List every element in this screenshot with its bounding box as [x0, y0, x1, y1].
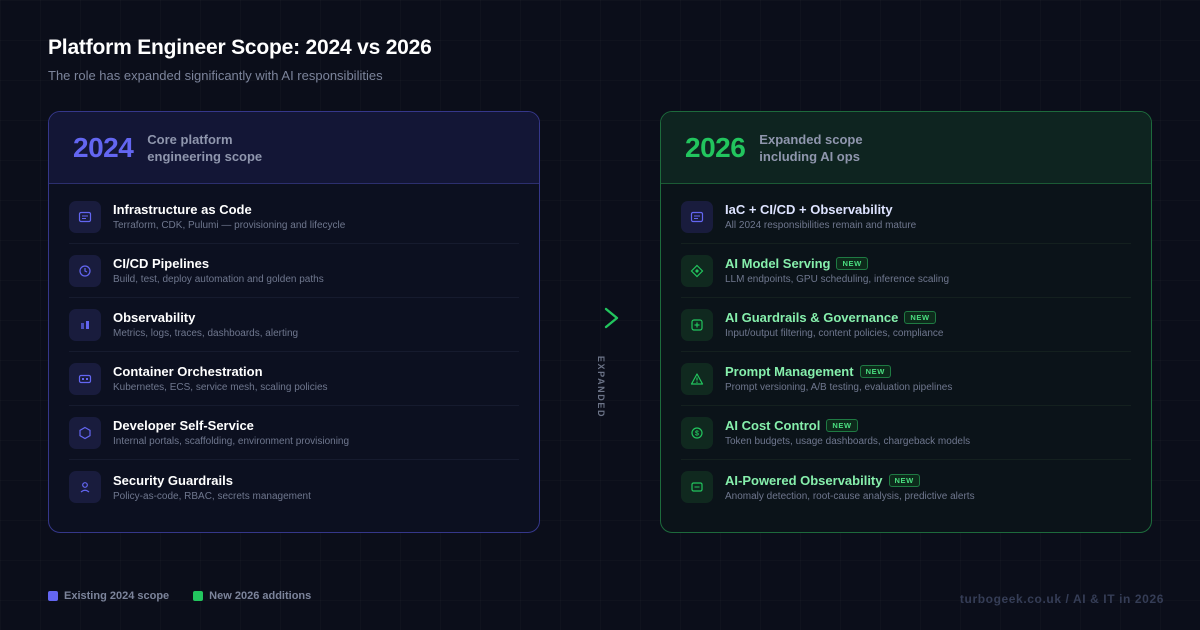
panel-description: Expanded scope including AI ops [759, 131, 863, 164]
container-icon [69, 362, 101, 395]
new-badge: NEW [904, 311, 936, 324]
legend-label: Existing 2024 scope [64, 590, 170, 602]
scope-item-description: Anomaly detection, root-cause analysis, … [725, 490, 975, 502]
footer-credit: turbogeek.co.uk / AI & IT in 2026 [959, 592, 1164, 606]
scope-item-title: AI Guardrails & Governance [725, 310, 899, 325]
legend-item-new: New 2026 additions [193, 590, 311, 602]
bar-chart-icon [69, 308, 101, 341]
diamond-icon [681, 254, 713, 287]
page-title: Platform Engineer Scope: 2024 vs 2026 [48, 36, 432, 59]
code-window-icon [69, 200, 101, 233]
scope-item: AI Model Serving NEW LLM endpoints, GPU … [681, 244, 1131, 298]
scope-item-description: Internal portals, scaffolding, environme… [113, 436, 350, 447]
scope-item: IaC + CI/CD + Observability All 2024 res… [681, 190, 1131, 244]
scope-item-title: AI Cost Control [725, 418, 821, 433]
scope-item-title: Security Guardrails [113, 472, 233, 488]
legend-swatch-indigo [48, 591, 58, 601]
scope-item-title: Observability [113, 310, 196, 325]
shield-plus-icon [681, 308, 713, 341]
scope-list-2024: Infrastructure as Code Terraform, CDK, P… [49, 184, 539, 514]
svg-text:$: $ [695, 430, 699, 437]
expanded-label: EXPANDED [596, 355, 606, 419]
new-badge: NEW [826, 419, 858, 432]
scope-item-description: Prompt versioning, A/B testing, evaluati… [725, 382, 953, 393]
scope-item: $ AI Cost Control NEW Token budgets, usa… [681, 406, 1131, 460]
scope-item-title: Prompt Management [725, 364, 854, 379]
panel-2026: 2026 Expanded scope including AI ops IaC… [660, 111, 1152, 533]
scope-item-description: Kubernetes, ECS, service mesh, scaling p… [113, 382, 328, 393]
warning-triangle-icon [681, 362, 713, 395]
panel-2024-header: 2024 Core platform engineering scope [49, 112, 539, 184]
scope-item-description: All 2024 responsibilities remain and mat… [725, 220, 917, 231]
code-window-icon [681, 200, 713, 233]
panel-description: Core platform engineering scope [147, 131, 263, 164]
scope-item: Container Orchestration Kubernetes, ECS,… [69, 352, 519, 406]
scope-item-description: LLM endpoints, GPU scheduling, inference… [725, 274, 950, 285]
legend: Existing 2024 scope New 2026 additions [48, 590, 335, 602]
scope-item-title: AI Model Serving [725, 256, 831, 271]
scope-item-title: CI/CD Pipelines [113, 256, 210, 271]
scope-item-title: Developer Self-Service [113, 418, 254, 433]
scope-item-title: AI-Powered Observability [725, 472, 883, 488]
scope-item-title: IaC + CI/CD + Observability [725, 202, 893, 217]
page-subtitle: The role has expanded significantly with… [48, 68, 383, 83]
hexagon-icon [69, 416, 101, 449]
scope-item: CI/CD Pipelines Build, test, deploy auto… [69, 244, 519, 298]
scope-item: AI Guardrails & Governance NEW Input/out… [681, 298, 1131, 352]
legend-label: New 2026 additions [209, 590, 312, 602]
new-badge: NEW [836, 257, 868, 270]
scope-item: Observability Metrics, logs, traces, das… [69, 298, 519, 352]
user-lock-icon [69, 471, 101, 503]
new-badge: NEW [888, 473, 920, 487]
scope-item: Security Guardrails Policy-as-code, RBAC… [69, 460, 519, 514]
scope-item: Infrastructure as Code Terraform, CDK, P… [69, 190, 519, 244]
legend-swatch-green [193, 591, 204, 601]
scope-item-title: Container Orchestration [113, 364, 263, 379]
scope-item-description: Terraform, CDK, Pulumi — provisioning an… [113, 220, 346, 231]
year-label: 2026 [685, 131, 746, 163]
panel-2024: 2024 Core platform engineering scope Inf… [48, 111, 540, 533]
scope-item: Developer Self-Service Internal portals,… [69, 406, 519, 460]
chevron-right-icon [600, 306, 624, 335]
scope-list-2026: IaC + CI/CD + Observability All 2024 res… [661, 184, 1151, 514]
clock-icon [69, 254, 101, 287]
scope-item-description: Metrics, logs, traces, dashboards, alert… [113, 328, 299, 339]
panel-2026-header: 2026 Expanded scope including AI ops [661, 112, 1151, 184]
monitor-icon [681, 471, 713, 503]
scope-item-description: Input/output filtering, content policies… [725, 328, 944, 339]
legend-item-existing: Existing 2024 scope [48, 590, 169, 602]
scope-item-description: Build, test, deploy automation and golde… [113, 274, 324, 285]
scope-item: Prompt Management NEW Prompt versioning,… [681, 352, 1131, 406]
scope-item-description: Policy-as-code, RBAC, secrets management [113, 490, 311, 502]
new-badge: NEW [859, 365, 891, 378]
dollar-coin-icon: $ [681, 416, 713, 449]
scope-item: AI-Powered Observability NEW Anomaly det… [681, 460, 1131, 514]
scope-item-description: Token budgets, usage dashboards, chargeb… [725, 436, 971, 447]
year-label: 2024 [73, 131, 134, 163]
scope-item-title: Infrastructure as Code [113, 202, 252, 217]
